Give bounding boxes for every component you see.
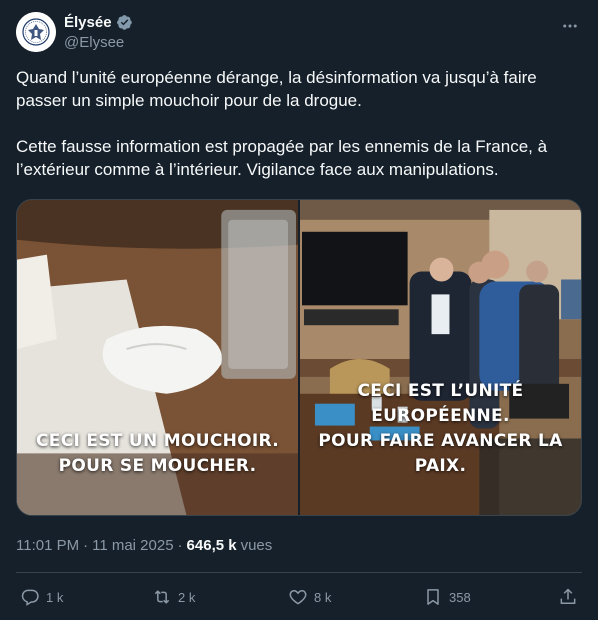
caption-line: POUR FAIRE AVANCER LA PAIX.	[318, 431, 563, 476]
tweet-paragraph: Quand l’unité européenne dérange, la dés…	[16, 68, 537, 110]
repost-icon	[154, 590, 170, 604]
caption-line: POUR SE MOUCHER.	[58, 456, 257, 476]
tweet-media[interactable]: CECI EST UN MOUCHOIR. POUR SE MOUCHER. C…	[16, 199, 582, 516]
tweet-paragraph: Cette fausse information est propagée pa…	[16, 137, 548, 179]
like-button[interactable]: 8 k	[288, 584, 331, 610]
share-icon	[560, 588, 576, 604]
media-caption-left: CECI EST UN MOUCHOIR. POUR SE MOUCHER.	[17, 429, 298, 479]
meta-separator: ·	[83, 537, 89, 554]
media-image-meeting[interactable]: CECI EST L’UNITÉ EUROPÉENNE. POUR FAIRE …	[300, 200, 581, 515]
avatar[interactable]	[16, 12, 56, 52]
tweet-meta: 11:01 PM · 11 mai 2025 · 646,5 k vues	[16, 537, 272, 554]
action-bar: 1 k 2 k 8 k 358	[16, 584, 582, 610]
views-label: vues	[240, 537, 273, 554]
tweet-time[interactable]: 11:01 PM	[16, 537, 79, 554]
views-count: 646,5 k	[186, 537, 237, 554]
bookmark-count: 358	[449, 589, 471, 605]
more-options-icon[interactable]	[558, 14, 582, 38]
repost-count: 2 k	[178, 589, 196, 605]
meta-separator: ·	[177, 537, 183, 554]
name-row: Élysée	[64, 14, 133, 31]
divider	[16, 572, 582, 573]
reply-count: 1 k	[46, 589, 64, 605]
tweet-text: Quand l’unité européenne dérange, la dés…	[16, 66, 582, 181]
tweet-header: Élysée @Elysee	[16, 12, 582, 56]
reply-icon	[21, 589, 39, 606]
elysee-seal-icon	[16, 12, 56, 52]
bookmark-button[interactable]: 358	[423, 584, 471, 610]
heart-icon	[289, 589, 307, 605]
like-count: 8 k	[314, 589, 332, 605]
tweet-date[interactable]: 11 mai 2025	[92, 537, 173, 554]
verified-badge-icon	[116, 14, 133, 31]
reply-button[interactable]: 1 k	[20, 584, 63, 610]
display-name[interactable]: Élysée	[64, 14, 112, 31]
media-caption-right: CECI EST L’UNITÉ EUROPÉENNE. POUR FAIRE …	[300, 379, 581, 479]
share-button[interactable]	[558, 584, 578, 610]
media-image-tissue[interactable]: CECI EST UN MOUCHOIR. POUR SE MOUCHER.	[17, 200, 298, 515]
caption-line: CECI EST L’UNITÉ EUROPÉENNE.	[357, 381, 524, 426]
repost-button[interactable]: 2 k	[152, 584, 195, 610]
handle[interactable]: @Elysee	[64, 34, 124, 51]
bookmark-icon	[427, 589, 439, 605]
caption-line: CECI EST UN MOUCHOIR.	[36, 431, 279, 451]
